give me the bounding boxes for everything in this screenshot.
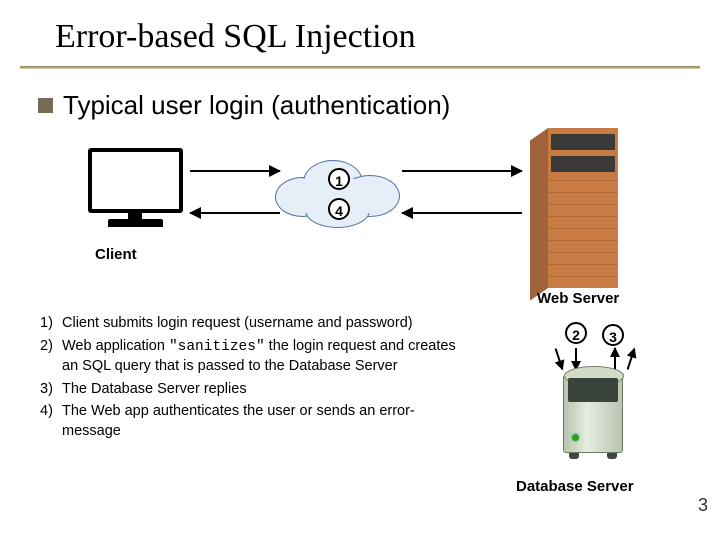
step-badge-3: 3: [602, 324, 624, 346]
list-number: 1): [40, 314, 62, 334]
list-text: Client submits login request (username a…: [62, 314, 413, 334]
list-item: 3) The Database Server replies: [40, 380, 470, 400]
title-underline: [20, 66, 700, 69]
slide-title: Error-based SQL Injection: [55, 18, 416, 56]
bullet-text: Typical user login (authentication): [63, 90, 450, 121]
bullet-row: Typical user login (authentication): [38, 90, 450, 121]
page-number: 3: [698, 495, 708, 516]
list-number: 4): [40, 402, 62, 441]
list-number: 3): [40, 380, 62, 400]
list-text: The Database Server replies: [62, 380, 247, 400]
step-badge-4: 4: [328, 198, 350, 220]
step-badge-1: 1: [328, 168, 350, 190]
list-text: Web application "sanitizes" the login re…: [62, 337, 470, 377]
bullet-marker-icon: [38, 98, 53, 113]
arrow-cloud-to-client-icon: [190, 212, 280, 214]
list-text: The Web app authenticates the user or se…: [62, 402, 470, 441]
list-item: 4) The Web app authenticates the user or…: [40, 402, 470, 441]
list-item: 2) Web application "sanitizes" the login…: [40, 337, 470, 377]
client-computer-icon: [88, 148, 198, 243]
step-badge-2: 2: [565, 322, 587, 344]
steps-list: 1) Client submits login request (usernam…: [40, 314, 470, 444]
sanitizes-keyword: "sanitizes": [169, 339, 265, 355]
database-server-icon: [545, 360, 640, 470]
list-number: 2): [40, 337, 62, 377]
arrow-client-to-cloud-icon: [190, 170, 280, 172]
arrow-server-to-cloud-icon: [402, 212, 522, 214]
dbserver-label: Database Server: [516, 478, 634, 495]
web-server-icon: [530, 128, 625, 288]
slide: Error-based SQL Injection Typical user l…: [0, 0, 720, 540]
webserver-label: Web Server: [537, 290, 619, 307]
arrow-cloud-to-server-icon: [402, 170, 522, 172]
list-item: 1) Client submits login request (usernam…: [40, 314, 470, 334]
client-label: Client: [95, 246, 137, 263]
